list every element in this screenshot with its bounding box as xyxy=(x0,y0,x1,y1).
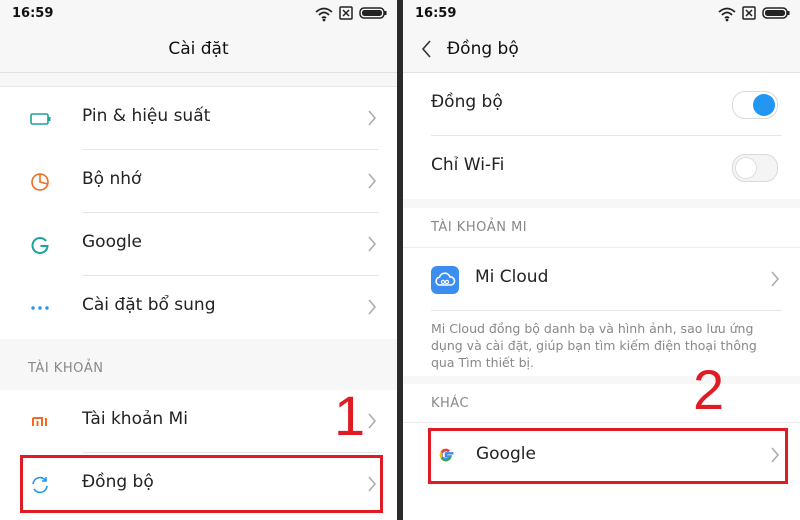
status-icons xyxy=(315,6,387,22)
settings-item-label: Tài khoản Mi xyxy=(82,409,188,429)
no-sim-icon xyxy=(742,6,756,20)
mi-cloud-icon xyxy=(431,266,459,294)
status-bar: 16:59 xyxy=(0,0,397,28)
settings-item-label: Bộ nhớ xyxy=(82,169,142,189)
battery-status-icon xyxy=(359,7,387,19)
status-bar: 16:59 xyxy=(403,0,800,28)
chevron-right-icon xyxy=(368,413,376,429)
google-g-icon xyxy=(28,233,52,257)
mi-cloud-label: Mi Cloud xyxy=(475,267,549,287)
chevron-right-icon xyxy=(368,236,376,252)
sync-toggle[interactable] xyxy=(732,91,778,119)
chevron-right-icon xyxy=(368,110,376,126)
no-sim-icon xyxy=(339,6,353,20)
highlight-box-google xyxy=(428,428,788,484)
status-time: 16:59 xyxy=(415,6,457,21)
sync-toggle-label: Đồng bộ xyxy=(431,92,503,112)
mi-account-group: TÀI KHOẢN MI Mi Cloud Mi Cloud đồng bộ d… xyxy=(403,208,800,376)
settings-item-label: Google xyxy=(82,232,142,252)
storage-pie-icon xyxy=(28,170,52,194)
wifi-only-toggle[interactable] xyxy=(732,154,778,182)
section-header-other: KHÁC xyxy=(431,396,470,411)
back-arrow-icon[interactable] xyxy=(417,38,437,60)
wifi-only-label: Chỉ Wi-Fi xyxy=(431,155,505,175)
settings-item-storage[interactable]: Bộ nhớ xyxy=(0,150,397,213)
status-icons xyxy=(718,6,790,22)
settings-item-battery[interactable]: Pin & hiệu suất xyxy=(0,87,397,150)
page-title: Cài đặt xyxy=(168,39,229,59)
chevron-right-icon xyxy=(771,271,779,287)
chevron-right-icon xyxy=(368,299,376,315)
chevron-right-icon xyxy=(368,173,376,189)
annotation-number: 2 xyxy=(693,358,725,421)
title-bar: Cài đặt xyxy=(0,28,397,73)
sync-toggle-group: Đồng bộ Chỉ Wi-Fi xyxy=(403,73,800,199)
battery-status-icon xyxy=(762,7,790,19)
mi-cloud-item[interactable]: Mi Cloud xyxy=(403,248,800,311)
settings-group: Pin & hiệu suất Bộ nhớ Google Cài đặt bổ… xyxy=(0,86,397,339)
settings-item-label: Cài đặt bổ sung xyxy=(82,295,216,315)
mi-cloud-description: Mi Cloud đồng bộ danh bạ và hình ảnh, sa… xyxy=(431,321,757,370)
more-dots-icon xyxy=(28,296,52,320)
sync-toggle-row: Đồng bộ xyxy=(403,73,800,136)
settings-item-google[interactable]: Google xyxy=(0,213,397,276)
settings-screen: 16:59 Cài đặt Pin & hiệu suất Bộ nhớ Goo… xyxy=(0,0,397,520)
wifi-icon xyxy=(315,7,333,22)
title-bar: Đồng bộ xyxy=(403,28,800,73)
page-title: Đồng bộ xyxy=(447,39,519,59)
wifi-icon xyxy=(718,7,736,22)
sync-screen: 16:59 Đồng bộ Đồng bộ Chỉ Wi-Fi TÀI KHOẢ… xyxy=(403,0,800,520)
mi-logo-icon xyxy=(28,410,52,434)
section-header-mi-account: TÀI KHOẢN MI xyxy=(431,220,528,235)
annotation-number: 1 xyxy=(334,384,366,447)
settings-item-label: Pin & hiệu suất xyxy=(82,106,211,126)
wifi-only-toggle-row: Chỉ Wi-Fi xyxy=(403,136,800,199)
battery-icon xyxy=(28,107,52,131)
section-header-account: TÀI KHOẢN xyxy=(28,361,104,376)
settings-item-additional[interactable]: Cài đặt bổ sung xyxy=(0,276,397,339)
highlight-box-sync xyxy=(20,455,383,513)
status-time: 16:59 xyxy=(12,6,54,21)
